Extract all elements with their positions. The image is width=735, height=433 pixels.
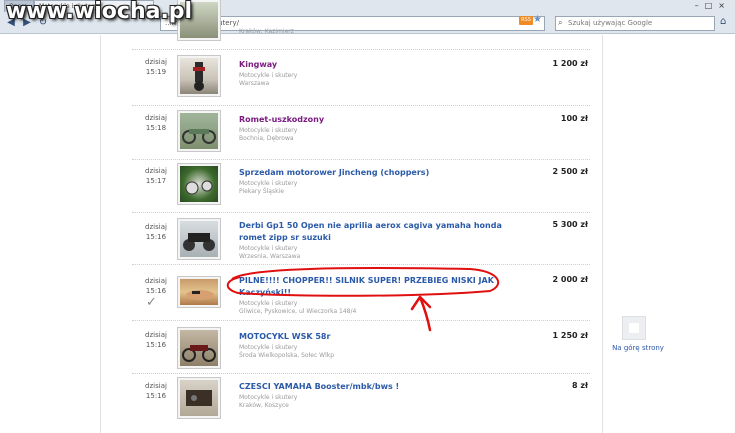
arrow-up-icon <box>629 323 639 333</box>
listing-thumbnail[interactable] <box>177 163 221 205</box>
listing-category: Motocykle i skutery <box>239 344 298 351</box>
listing-location: Wrzesnia, Warszawa <box>239 253 301 260</box>
row-divider <box>132 212 590 213</box>
list-item[interactable]: dzisiaj 15:18 Romet-uszkodzony Motocykle … <box>132 110 590 162</box>
row-divider <box>132 159 590 160</box>
listing-date: dzisiaj 15:17 <box>145 167 167 185</box>
listing-location: Bochnia, Dębrowa <box>239 135 294 142</box>
listing-thumbnail[interactable] <box>177 327 221 369</box>
listing-price: 1 200 zł <box>552 59 588 68</box>
bookmark-star-icon[interactable]: ★ <box>533 14 542 25</box>
page-content: Kraków, Kazimierz dzisiaj 15:19 Kingway M… <box>0 0 735 433</box>
list-item[interactable]: dzisiaj 15:16 Derbi Gp1 50 Open nie april… <box>132 216 590 268</box>
listing-date: dzisiaj 15:18 <box>145 114 167 132</box>
listing-price: 2 000 zł <box>552 275 588 284</box>
listing-title[interactable]: Kingway <box>239 59 504 71</box>
column-divider <box>100 35 101 433</box>
row-divider <box>132 320 590 321</box>
listing-title[interactable]: PILNE!!!! CHOPPER!! SILNIK SUPER! PRZEBI… <box>239 275 504 299</box>
listing-date: dzisiaj 15:19 <box>145 58 167 76</box>
watermark-logo: www.wiocha.pl <box>6 0 193 24</box>
column-divider <box>602 35 603 433</box>
list-item[interactable]: dzisiaj 15:16 MOTOCYKL WSK 58r Motocykle … <box>132 327 590 375</box>
listing-location: Gliwice, Pyskowice, ul Wieczorka 148/4 <box>239 308 357 315</box>
listing-title[interactable]: Derbi Gp1 50 Open nie aprilia aerox cagi… <box>239 220 504 244</box>
back-to-top-button[interactable] <box>622 316 646 340</box>
listing-thumbnail[interactable] <box>177 276 221 308</box>
row-divider <box>132 373 590 374</box>
listing-category: Motocykle i skutery <box>239 180 298 187</box>
list-item[interactable]: dzisiaj 15:16 ✓ PILNE!!!! CHOPPER!! SILNI… <box>132 271 590 323</box>
listing-location: Kraków, Kazimierz <box>239 28 294 35</box>
listing-price: 100 zł <box>560 114 588 123</box>
listing-title[interactable]: CZESCI YAMAHA Booster/mbk/bws ! <box>239 381 504 393</box>
listing-location: Środa Wielkopolska, Sołec Wlkp <box>239 352 335 359</box>
listing-category: Motocykle i skutery <box>239 127 298 134</box>
listing-date: dzisiaj 15:16 <box>145 277 167 295</box>
listing-thumbnail[interactable] <box>177 55 221 97</box>
row-divider <box>132 105 590 106</box>
listing-title[interactable]: MOTOCYKL WSK 58r <box>239 331 504 343</box>
row-divider <box>132 264 590 265</box>
listing-thumbnail[interactable] <box>177 377 221 419</box>
list-item[interactable]: dzisiaj 15:19 Kingway Motocykle i skutery… <box>132 55 590 107</box>
listing-price: 5 300 zł <box>552 220 588 229</box>
listing-category: Motocykle i skutery <box>239 300 298 307</box>
listing-thumbnail[interactable] <box>177 218 221 260</box>
row-divider <box>132 49 590 50</box>
listing-title[interactable]: Sprzedam motorower Jincheng (choppers) <box>239 167 504 179</box>
listing-location: Piekary Śląskie <box>239 188 284 195</box>
listing-thumbnail[interactable] <box>177 110 221 152</box>
rss-icon[interactable]: RSS <box>519 16 533 25</box>
listing-price: 8 zł <box>572 381 588 390</box>
listing-date: dzisiaj 15:16 <box>145 382 167 400</box>
checkmark-icon[interactable]: ✓ <box>146 295 157 310</box>
back-to-top-link[interactable]: Na górę strony <box>608 344 668 352</box>
listing-price: 1 250 zł <box>552 331 588 340</box>
list-item[interactable]: Kraków, Kazimierz <box>132 0 590 45</box>
listing-category: Motocykle i skutery <box>239 394 298 401</box>
listing-category: Motocykle i skutery <box>239 245 298 252</box>
listing-date: dzisiaj 15:16 <box>145 331 167 349</box>
home-icon[interactable]: ⌂ <box>720 16 726 27</box>
window-controls[interactable]: –□× <box>695 1 731 10</box>
list-item[interactable]: dzisiaj 15:17 Sprzedam motorower Jincheng… <box>132 163 590 215</box>
listing-location: Warszawa <box>239 80 270 87</box>
listing-price: 2 500 zł <box>552 167 588 176</box>
listing-category: Motocykle i skutery <box>239 72 298 79</box>
listing-date: dzisiaj 15:16 <box>145 223 167 241</box>
listing-location: Kraków, Koszyce <box>239 402 289 409</box>
listing-title[interactable]: Romet-uszkodzony <box>239 114 504 126</box>
list-item[interactable]: dzisiaj 15:16 CZESCI YAMAHA Booster/mbk/b… <box>132 377 590 427</box>
